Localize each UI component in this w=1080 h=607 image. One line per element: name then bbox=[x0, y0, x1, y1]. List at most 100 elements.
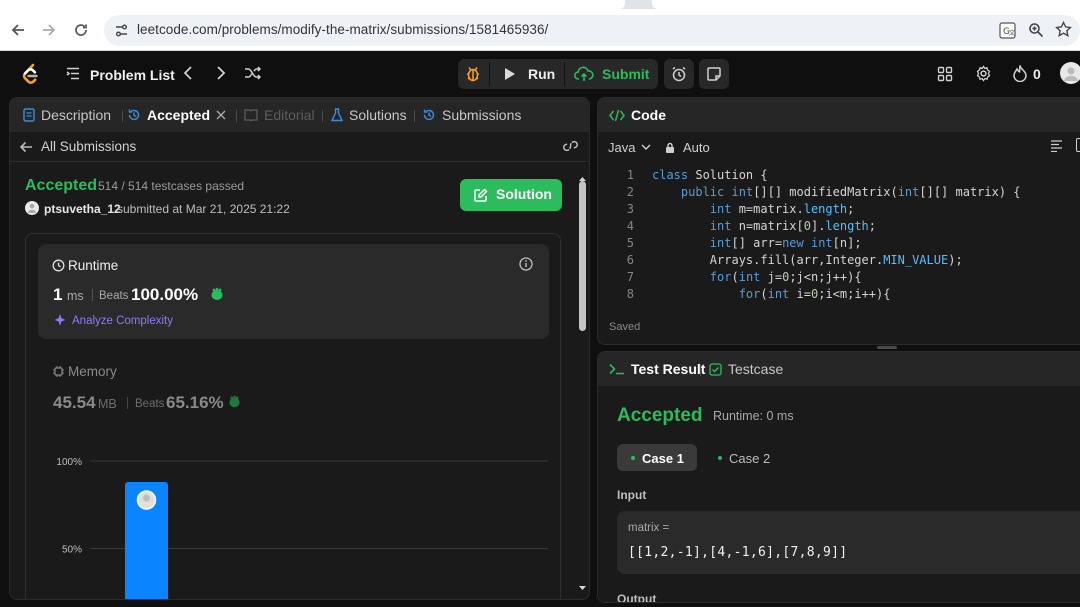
info-icon[interactable] bbox=[519, 257, 533, 271]
site-settings-icon[interactable] bbox=[114, 23, 129, 38]
timer-button[interactable] bbox=[664, 59, 694, 89]
lock-icon bbox=[666, 142, 674, 153]
divider bbox=[92, 289, 93, 301]
solution-label: Solution bbox=[496, 186, 552, 202]
tab-editorial[interactable]: Editorial bbox=[244, 107, 315, 123]
solution-button[interactable]: Solution bbox=[460, 179, 562, 211]
line-number: 5 bbox=[626, 236, 634, 250]
tab-accepted-label: Accepted bbox=[147, 107, 211, 123]
problem-list-link[interactable]: Problem List bbox=[90, 67, 175, 83]
tab-test-result[interactable]: Test Result bbox=[609, 361, 705, 377]
code-line[interactable]: 3 int m=matrix.length; bbox=[598, 202, 1080, 219]
history-icon bbox=[423, 109, 435, 121]
problem-list-icon[interactable] bbox=[66, 67, 80, 80]
browser-tab-active[interactable] bbox=[0, 0, 625, 9]
code-text: for(int i=0;i<m;i++){ bbox=[738, 287, 891, 301]
debug-bug-icon[interactable] bbox=[465, 65, 481, 82]
memory-card[interactable]: Memory 45.54 MB Beats 65.16% bbox=[38, 350, 549, 430]
zoom-icon[interactable] bbox=[1028, 22, 1044, 38]
history-icon bbox=[128, 109, 140, 121]
submission-status: Accepted bbox=[25, 177, 98, 194]
result-tab-bar: Test Result Testcase bbox=[598, 352, 1080, 386]
close-tab-icon[interactable] bbox=[216, 110, 226, 120]
terminal-icon bbox=[609, 363, 624, 375]
tab-description[interactable]: Description bbox=[23, 107, 111, 123]
chevron-down-icon bbox=[641, 144, 651, 150]
tab-solutions[interactable]: Solutions bbox=[331, 107, 407, 123]
tab-test-result-label: Test Result bbox=[631, 361, 706, 377]
settings-gear-icon[interactable] bbox=[975, 65, 992, 82]
user-avatar[interactable] bbox=[25, 201, 39, 215]
y-tick-label: 50% bbox=[62, 545, 82, 556]
line-number: 8 bbox=[626, 287, 634, 301]
code-line[interactable]: 8 for(int i=0;i<m;i++){ bbox=[598, 287, 1080, 304]
user-avatar-icon bbox=[143, 494, 150, 502]
clock-icon bbox=[52, 259, 65, 272]
line-number: 7 bbox=[626, 270, 634, 284]
username[interactable]: ptsuvetha_12 bbox=[44, 202, 121, 216]
bookmark-icon[interactable] bbox=[1076, 138, 1080, 152]
note-icon bbox=[707, 67, 721, 81]
scrollbar-thumb[interactable] bbox=[579, 181, 586, 331]
runtime-beats-value: 100.00% bbox=[131, 285, 199, 304]
next-problem-icon[interactable] bbox=[216, 66, 226, 80]
code-panel: Code Java Auto 1 class Solution {2 public… bbox=[597, 97, 1080, 345]
tab-code[interactable]: Code bbox=[609, 107, 666, 123]
tab-submissions-label: Submissions bbox=[442, 107, 522, 123]
streak-fire-icon[interactable] bbox=[1013, 65, 1027, 82]
tab-testcase[interactable]: Testcase bbox=[709, 361, 783, 377]
url-text: leetcode.com/problems/modify-the-matrix/… bbox=[137, 22, 549, 37]
memory-beats-value: 65.16% bbox=[166, 393, 224, 412]
avatar[interactable] bbox=[1060, 62, 1080, 84]
submit-button[interactable]: Submit bbox=[568, 62, 656, 86]
link-icon[interactable] bbox=[562, 139, 579, 153]
line-number: 6 bbox=[626, 253, 634, 267]
tab-accepted[interactable]: Accepted bbox=[127, 107, 226, 123]
forward-arrow-icon[interactable] bbox=[39, 20, 59, 40]
runtime-card[interactable]: Runtime 1 ms Beats 100.00% Analyze Compl… bbox=[38, 244, 549, 339]
back-arrow-icon[interactable] bbox=[8, 20, 28, 40]
result-status: Accepted bbox=[617, 405, 703, 426]
case-2-tab[interactable]: Case 2 bbox=[708, 444, 788, 471]
output-label: Output bbox=[617, 592, 657, 603]
bookmark-star-icon[interactable] bbox=[1055, 21, 1072, 38]
code-line[interactable]: 6 Arrays.fill(arr,Integer.MIN_VALUE); bbox=[598, 253, 1080, 270]
leetcode-logo-icon[interactable] bbox=[20, 63, 40, 85]
scrollbar[interactable] bbox=[578, 176, 586, 594]
case-1-label: Case 1 bbox=[642, 451, 684, 466]
format-code-icon[interactable] bbox=[1050, 140, 1063, 152]
book-icon bbox=[244, 109, 258, 121]
edit-icon bbox=[474, 188, 488, 202]
code-tab-bar: Code bbox=[598, 98, 1080, 132]
code-line[interactable]: 4 int n=matrix[0].length; bbox=[598, 219, 1080, 236]
code-text: Arrays.fill(arr,Integer.MIN_VALUE); bbox=[652, 253, 963, 267]
code-brackets-icon bbox=[609, 109, 625, 121]
code-editor[interactable]: 1 class Solution {2 public int[][] modifi… bbox=[598, 168, 1080, 304]
tab-submissions[interactable]: Submissions bbox=[422, 107, 521, 123]
code-line[interactable]: 1 class Solution { bbox=[598, 168, 1080, 185]
user-avatar-icon bbox=[1064, 67, 1078, 81]
language-select[interactable]: Java bbox=[608, 140, 651, 155]
analyze-complexity-link[interactable]: Analyze Complexity bbox=[72, 315, 173, 327]
streak-count: 0 bbox=[1033, 66, 1041, 82]
prev-problem-icon[interactable] bbox=[183, 66, 193, 80]
scroll-down-icon[interactable] bbox=[579, 586, 586, 591]
code-line[interactable]: 2 public int[][] modifiedMatrix(int[][] … bbox=[598, 185, 1080, 202]
code-line[interactable]: 7 for(int j=0;j<n;j++){ bbox=[598, 270, 1080, 287]
layout-grid-icon[interactable] bbox=[937, 66, 953, 82]
auto-mode-toggle[interactable]: Auto bbox=[665, 140, 710, 155]
code-line[interactable]: 5 int[] arr=new int[n]; bbox=[598, 236, 1080, 253]
case-1-tab[interactable]: Case 1 bbox=[617, 444, 697, 471]
browser-tab-inactive[interactable] bbox=[652, 0, 1080, 9]
shuffle-icon[interactable] bbox=[244, 66, 261, 80]
notes-button[interactable] bbox=[699, 59, 729, 89]
resize-handle[interactable] bbox=[877, 346, 897, 349]
saved-status: Saved bbox=[609, 321, 641, 333]
all-submissions-link[interactable]: All Submissions bbox=[19, 139, 136, 154]
runtime-distribution-chart: 100% 50% bbox=[56, 457, 548, 599]
run-button[interactable]: Run bbox=[496, 62, 562, 86]
translate-icon[interactable]: G文 bbox=[999, 22, 1016, 39]
reload-icon[interactable] bbox=[71, 20, 91, 40]
left-tab-bar: Description Accepted Editorial Solutions… bbox=[10, 98, 589, 132]
checkbox-icon bbox=[709, 362, 722, 376]
